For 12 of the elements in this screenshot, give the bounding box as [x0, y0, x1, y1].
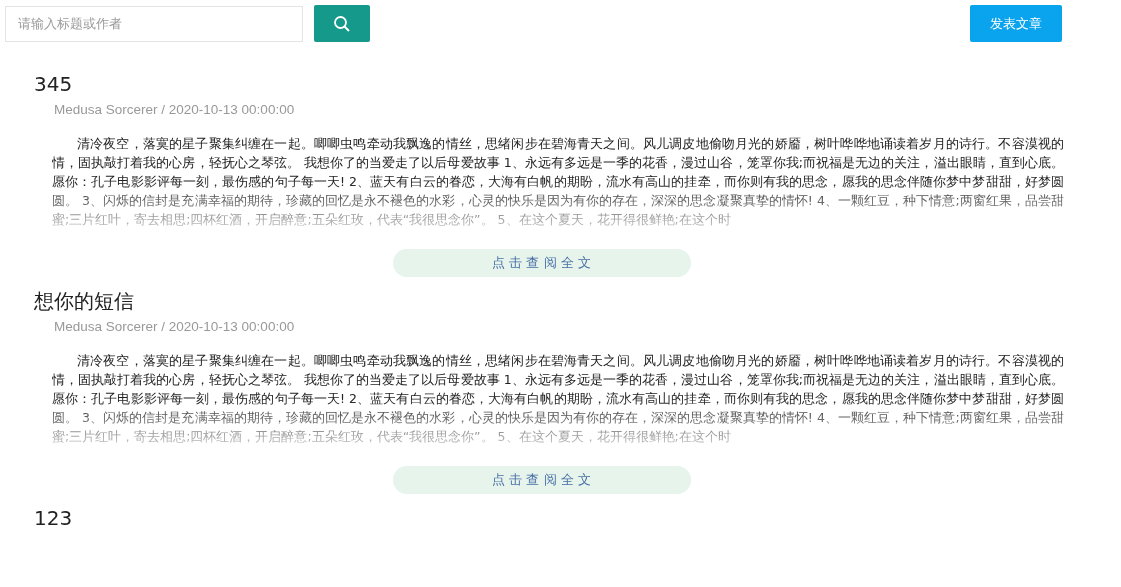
read-full-text-button[interactable]: 点 击 查 阅 全 文	[392, 249, 691, 277]
article-title[interactable]: 345	[34, 70, 1063, 98]
article-title[interactable]: 123	[34, 504, 1063, 532]
read-full-text-button[interactable]: 点 击 查 阅 全 文	[392, 466, 691, 494]
article-excerpt: 清冷夜空，落寞的星子聚集纠缠在一起。唧唧虫鸣牵动我飘逸的情丝，思绪闲步在碧海青天之间。风儿调皮地偷吻月光的娇靥，树叶哗哗地诵读着岁月的诗行。不容漠视的情，固执敲打着我的心房，轻抚心之琴弦。 我想你了的当爱走了以后母爱故事 1、永远有多远是一季的花香，漫过山谷，笼罩你我;而祝福是无边的关注，溢出眼睛，直到心底。愿你：孔子电影影评每一刻，最伤感的句子每一天! 2、蓝天有白云的眷恋，大海有白帆的期盼，流水有高山的挂牵，而你则有我的思念，愿我的思念伴随你梦中梦甜甜，好梦圆圆。 3、闪烁的信封是充满幸福的期待，珍藏的回忆是永不褪色的水彩，心灵的快乐是因为有你的存在，深深的思念凝聚真挚的情怀! 4、一颗红豆，种下情意;两窗红果，品尝甜蜜;三片红叶，寄去相思;四杯红酒，开启醉意;五朵红玫，代表“我很思念你”。 5、在这个夏天，花开得很鲜艳;在这个时	[52, 135, 1064, 229]
article-excerpt: 清冷夜空，落寞的星子聚集纠缠在一起。唧唧虫鸣牵动我飘逸的情丝，思绪闲步在碧海青天之间。风儿调皮地偷吻月光的娇靥，树叶哗哗地诵读着岁月的诗行。不容漠视的情，固执敲打着我的心房，轻抚心之琴弦。 我想你了的当爱走了以后母爱故事 1、永远有多远是一季的花香，漫过山谷，笼罩你我;而祝福是无边的关注，溢出眼睛，直到心底。愿你：孔子电影影评每一刻，最伤感的句子每一天! 2、蓝天有白云的眷恋，大海有白帆的期盼，流水有高山的挂牵，而你则有我的思念，愿我的思念伴随你梦中梦甜甜，好梦圆圆。 3、闪烁的信封是充满幸福的期待，珍藏的回忆是永不褪色的水彩，心灵的快乐是因为有你的存在，深深的思念凝聚真挚的情怀! 4、一颗红豆，种下情意;两窗红果，品尝甜蜜;三片红叶，寄去相思;四杯红酒，开启醉意;五朵红玫，代表“我很思念你”。 5、在这个夏天，花开得很鲜艳;在这个时	[52, 352, 1064, 446]
search-field[interactable]: 请输入标题或作者	[5, 5, 303, 42]
article-title[interactable]: 想你的短信	[34, 287, 1063, 315]
article-meta: Medusa Sorcerer / 2020-10-13 00:00:00	[54, 318, 296, 336]
article-meta: Medusa Sorcerer / 2020-10-13 00:00:00	[54, 101, 296, 119]
search-button[interactable]	[314, 5, 370, 42]
search-icon	[333, 14, 351, 33]
